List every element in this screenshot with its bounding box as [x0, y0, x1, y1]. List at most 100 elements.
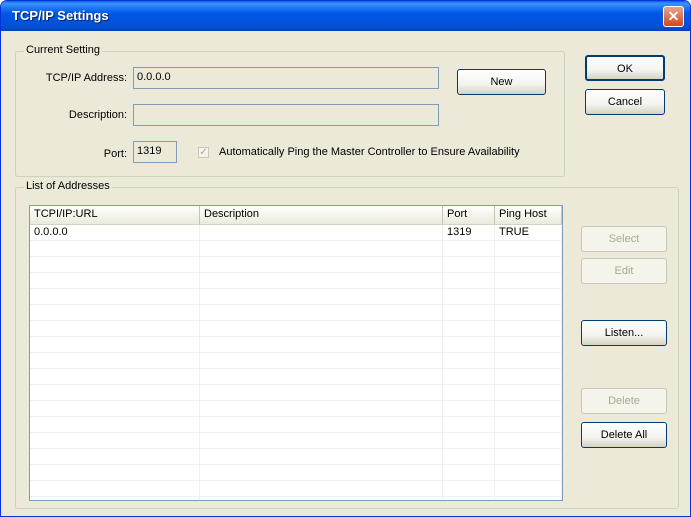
- cell-ping-host: [495, 465, 562, 480]
- empty-table-row: [30, 273, 562, 289]
- empty-table-row: [30, 481, 562, 497]
- cell-ping-host: [495, 497, 562, 500]
- empty-table-row: [30, 241, 562, 257]
- cell-url: [30, 497, 200, 500]
- cell-description: [200, 449, 443, 464]
- column-header-port[interactable]: Port: [443, 206, 495, 224]
- cell-port: [443, 241, 495, 256]
- cell-url: [30, 465, 200, 480]
- cell-port: [443, 401, 495, 416]
- column-header-url[interactable]: TCPI/IP:URL: [30, 206, 200, 224]
- cell-description: [200, 417, 443, 432]
- empty-table-row: [30, 369, 562, 385]
- cell-url: [30, 385, 200, 400]
- tcpip-address-field[interactable]: 0.0.0.0: [133, 67, 439, 89]
- cell-ping-host: [495, 369, 562, 384]
- delete-all-button[interactable]: Delete All: [581, 422, 667, 448]
- cell-description: [200, 241, 443, 256]
- ping-checkbox-label: Automatically Ping the Master Controller…: [219, 146, 520, 158]
- cancel-button[interactable]: Cancel: [585, 89, 665, 115]
- cell-description: [200, 225, 443, 240]
- cell-port: [443, 417, 495, 432]
- cell-ping-host: [495, 385, 562, 400]
- cell-port: [443, 385, 495, 400]
- empty-table-row: [30, 257, 562, 273]
- empty-table-row: [30, 385, 562, 401]
- cell-port: [443, 433, 495, 448]
- cell-port: [443, 289, 495, 304]
- cell-description: [200, 353, 443, 368]
- cell-port: [443, 321, 495, 336]
- cell-ping-host: [495, 481, 562, 496]
- cell-port: [443, 257, 495, 272]
- cell-url: [30, 353, 200, 368]
- cell-url: [30, 289, 200, 304]
- cell-url: [30, 321, 200, 336]
- cell-description: [200, 321, 443, 336]
- cell-url: [30, 257, 200, 272]
- cell-description: [200, 433, 443, 448]
- edit-button[interactable]: Edit: [581, 258, 667, 284]
- cell-description: [200, 465, 443, 480]
- empty-table-row: [30, 449, 562, 465]
- cell-ping-host: [495, 257, 562, 272]
- cell-port: [443, 337, 495, 352]
- cell-description: [200, 385, 443, 400]
- list-rows: 0.0.0.0 1319 TRUE: [30, 225, 562, 500]
- cell-description: [200, 337, 443, 352]
- description-field[interactable]: [133, 104, 439, 126]
- listen-button[interactable]: Listen...: [581, 320, 667, 346]
- ok-button[interactable]: OK: [585, 55, 665, 81]
- cell-ping-host: [495, 449, 562, 464]
- cell-description: [200, 481, 443, 496]
- cell-description: [200, 369, 443, 384]
- cell-url: [30, 481, 200, 496]
- empty-table-row: [30, 353, 562, 369]
- select-button[interactable]: Select: [581, 226, 667, 252]
- cell-port: [443, 273, 495, 288]
- cell-ping-host: [495, 273, 562, 288]
- cell-url: [30, 241, 200, 256]
- empty-table-row: [30, 433, 562, 449]
- cell-ping-host: [495, 321, 562, 336]
- port-field[interactable]: 1319: [133, 141, 177, 163]
- cell-description: [200, 257, 443, 272]
- cell-ping-host: [495, 353, 562, 368]
- cell-description: [200, 497, 443, 500]
- empty-table-row: [30, 465, 562, 481]
- column-header-ping-host[interactable]: Ping Host: [495, 206, 562, 224]
- cell-description: [200, 273, 443, 288]
- cell-url: [30, 337, 200, 352]
- addresses-legend: List of Addresses: [24, 180, 112, 192]
- title-bar[interactable]: TCP/IP Settings ✕: [1, 1, 690, 31]
- tcpip-settings-dialog: TCP/IP Settings ✕ Current Setting TCP/IP…: [0, 0, 691, 517]
- cell-port: [443, 369, 495, 384]
- cell-url: [30, 401, 200, 416]
- empty-table-row: [30, 337, 562, 353]
- empty-table-row: [30, 289, 562, 305]
- close-icon[interactable]: ✕: [663, 6, 684, 27]
- cell-ping-host: [495, 417, 562, 432]
- list-header: TCPI/IP:URL Description Port Ping Host: [30, 206, 562, 225]
- ping-checkbox[interactable]: ✓: [198, 147, 209, 158]
- delete-button[interactable]: Delete: [581, 388, 667, 414]
- cell-port: 1319: [443, 225, 495, 240]
- cell-port: [443, 497, 495, 500]
- cell-ping-host: [495, 433, 562, 448]
- empty-table-row: [30, 497, 562, 500]
- cell-description: [200, 401, 443, 416]
- cell-url: [30, 305, 200, 320]
- cell-url: [30, 433, 200, 448]
- cell-ping-host: [495, 289, 562, 304]
- tcpip-address-label: TCP/IP Address:: [45, 72, 127, 84]
- cell-ping-host: TRUE: [495, 225, 562, 240]
- cell-description: [200, 305, 443, 320]
- cell-ping-host: [495, 241, 562, 256]
- column-header-description[interactable]: Description: [200, 206, 443, 224]
- addresses-list[interactable]: TCPI/IP:URL Description Port Ping Host 0…: [29, 205, 563, 501]
- new-button[interactable]: New: [457, 69, 546, 95]
- cell-ping-host: [495, 305, 562, 320]
- table-row[interactable]: 0.0.0.0 1319 TRUE: [30, 225, 562, 241]
- cell-port: [443, 465, 495, 480]
- cell-url: [30, 417, 200, 432]
